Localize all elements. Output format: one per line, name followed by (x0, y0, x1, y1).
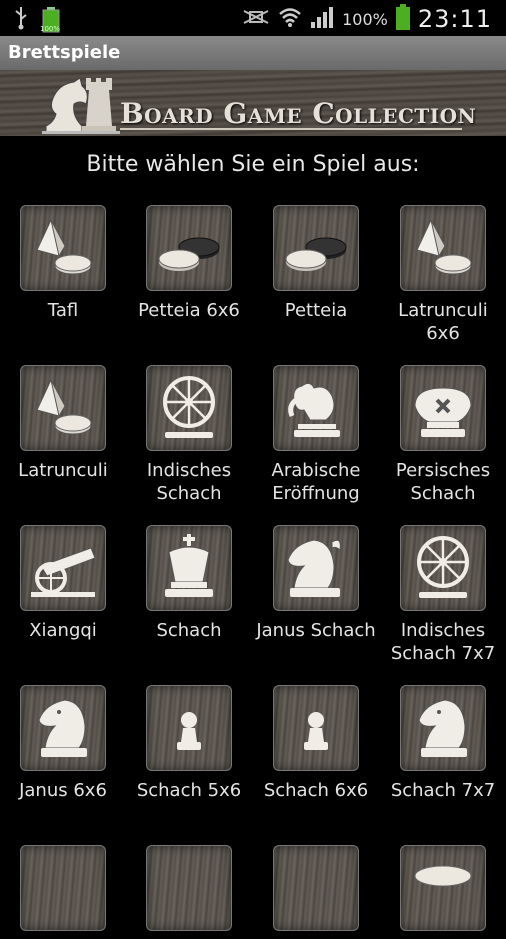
game-item[interactable] (380, 845, 506, 939)
game-item[interactable]: Petteia 6x6 (126, 205, 252, 322)
game-label: Persisches Schach (395, 460, 491, 504)
status-bar: 100% 100% 23:11 (0, 0, 506, 36)
game-tile[interactable] (146, 365, 232, 451)
game-item[interactable]: Indisches Schach 7x7 (380, 525, 506, 665)
signal-icon (310, 6, 334, 32)
game-item[interactable]: Tafl (0, 205, 126, 322)
game-tile[interactable] (20, 525, 106, 611)
game-item[interactable]: Schach 5x6 (126, 685, 252, 802)
game-label: Arabische Eröffnung (271, 460, 361, 504)
game-label: Petteia 6x6 (138, 300, 240, 321)
game-item[interactable] (0, 845, 126, 939)
game-item[interactable]: Schach 7x7 (380, 685, 506, 802)
game-item[interactable] (126, 845, 252, 939)
game-tile[interactable] (273, 525, 359, 611)
banner-underline (120, 128, 462, 130)
game-tile[interactable] (146, 845, 232, 931)
game-item[interactable]: Schach 6x6 (253, 685, 379, 802)
battery-small-icon: 100% (40, 7, 60, 33)
game-item[interactable]: Indisches Schach (126, 365, 252, 505)
game-item[interactable] (253, 845, 379, 939)
game-label: Janus 6x6 (19, 780, 107, 801)
game-tile[interactable] (146, 205, 232, 291)
game-tile[interactable] (20, 685, 106, 771)
game-tile[interactable] (20, 845, 106, 931)
wifi-icon (278, 6, 302, 32)
usb-icon (14, 6, 28, 34)
game-tile[interactable] (400, 685, 486, 771)
game-item[interactable]: Janus 6x6 (0, 685, 126, 802)
banner-title: Board Game Collection (120, 97, 477, 130)
choose-game-prompt: Bitte wählen Sie ein Spiel aus: (86, 152, 420, 177)
game-label: Schach 6x6 (263, 780, 369, 801)
game-item[interactable]: Latrunculi (0, 365, 126, 482)
game-item[interactable]: Xiangqi (0, 525, 126, 642)
game-tile[interactable] (400, 845, 486, 931)
battery-percent: 100% (342, 9, 388, 29)
game-label: Tafl (47, 300, 79, 321)
battery-icon (395, 4, 410, 34)
banner: Board Game Collection (0, 70, 506, 136)
game-item[interactable]: Schach (126, 525, 252, 642)
banner-logo-icon (40, 74, 120, 136)
game-label: Schach 5x6 (136, 780, 242, 801)
game-label: Latrunculi (18, 460, 108, 481)
game-tile[interactable] (273, 685, 359, 771)
clock: 23:11 (417, 5, 492, 33)
mute-icon (242, 6, 270, 32)
game-tile[interactable] (146, 685, 232, 771)
game-item[interactable]: Persisches Schach (380, 365, 506, 505)
game-item[interactable]: Arabische Eröffnung (253, 365, 379, 505)
game-label: Schach 7x7 (390, 780, 496, 801)
game-item[interactable]: Latrunculi 6x6 (380, 205, 506, 345)
game-item[interactable]: Janus Schach (253, 525, 379, 642)
game-tile[interactable] (400, 525, 486, 611)
game-tile[interactable] (400, 205, 486, 291)
game-label: Xiangqi (29, 620, 97, 641)
action-bar: Brettspiele (0, 36, 506, 71)
app-title: Brettspiele (8, 42, 121, 63)
game-tile[interactable] (20, 205, 106, 291)
game-label: Latrunculi 6x6 (398, 300, 488, 344)
game-label: Indisches Schach (146, 460, 232, 504)
game-tile[interactable] (273, 205, 359, 291)
game-label: Schach (156, 620, 222, 641)
game-tile[interactable] (273, 365, 359, 451)
game-tile[interactable] (146, 525, 232, 611)
game-label: Petteia (284, 300, 348, 321)
game-label: Indisches Schach 7x7 (390, 620, 496, 664)
game-tile[interactable] (20, 365, 106, 451)
game-tile[interactable] (400, 365, 486, 451)
game-label: Janus Schach (256, 620, 376, 641)
game-tile[interactable] (273, 845, 359, 931)
game-item[interactable]: Petteia (253, 205, 379, 322)
